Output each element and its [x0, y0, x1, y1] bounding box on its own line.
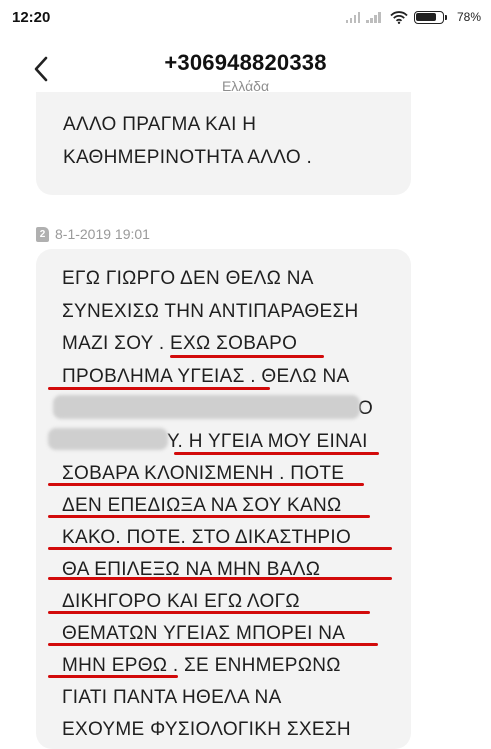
battery-icon: [413, 10, 447, 24]
wifi-icon: [390, 10, 408, 24]
message-line: ΓΙΑΤΙ ΠΑΝΤΑ ΗΘΕΛΑ ΝΑ: [62, 687, 282, 708]
redacted-text: [48, 428, 168, 450]
message-timestamp-row: 2 8-1-2019 19:01: [36, 226, 150, 242]
message-line: ΣΥΝΕΧΙΣΩ ΤΗΝ ΑΝΤΙΠΑΡΑΘΕΣΗ: [62, 301, 359, 322]
redacted-text: [53, 395, 360, 419]
status-bar: 12:20 78%: [0, 0, 491, 34]
message-line: ΘΑ ΕΠΙΛΕΞΩ ΝΑ ΜΗΝ ΒΑΛΩ: [62, 559, 321, 580]
message-line: ΕΓΩ ΓΙΩΡΓΟ ΔΕΝ ΘΕΛΩ ΝΑ: [62, 268, 314, 289]
message-bubble[interactable]: ΕΓΩ ΓΙΩΡΓΟ ΔΕΝ ΘΕΛΩ ΝΑ ΣΥΝΕΧΙΣΩ ΤΗΝ ΑΝΤΙ…: [36, 249, 411, 749]
red-underline: [48, 483, 364, 486]
message-bubble[interactable]: ΑΛΛΟ ΠΡΑΓΜΑ ΚΑΙ Η ΚΑΘΗΜΕΡΙΝΟΤΗΤΑ ΑΛΛΟ .: [36, 92, 411, 195]
signal-icon: [345, 11, 361, 23]
contact-number[interactable]: +306948820338: [0, 50, 491, 76]
message-line: ΕΧΟΥΜΕ ΦΥΣΙΟΛΟΓΙΚΗ ΣΧΕΣΗ: [62, 719, 351, 740]
red-underline: [48, 643, 378, 646]
message-timestamp: 8-1-2019 19:01: [55, 226, 150, 242]
message-line: Ο: [358, 398, 374, 419]
status-time: 12:20: [12, 8, 51, 26]
red-underline: [48, 547, 392, 550]
red-underline: [48, 387, 270, 390]
status-icons: 78%: [345, 10, 481, 24]
message-line: ΑΛΛΟ ΠΡΑΓΜΑ ΚΑΙ Η: [63, 114, 257, 135]
message-line: ΚΑΘΗΜΕΡΙΝΟΤΗΤΑ ΑΛΛΟ .: [63, 147, 313, 168]
red-underline: [48, 515, 370, 518]
battery-percent: 78%: [456, 10, 481, 24]
sim-icon: 2: [36, 226, 49, 242]
signal-icon: [366, 11, 381, 23]
red-underline: [170, 355, 324, 358]
red-underline: [174, 452, 379, 455]
red-underline: [48, 611, 370, 614]
red-underline: [48, 577, 392, 580]
red-underline: [48, 675, 178, 678]
